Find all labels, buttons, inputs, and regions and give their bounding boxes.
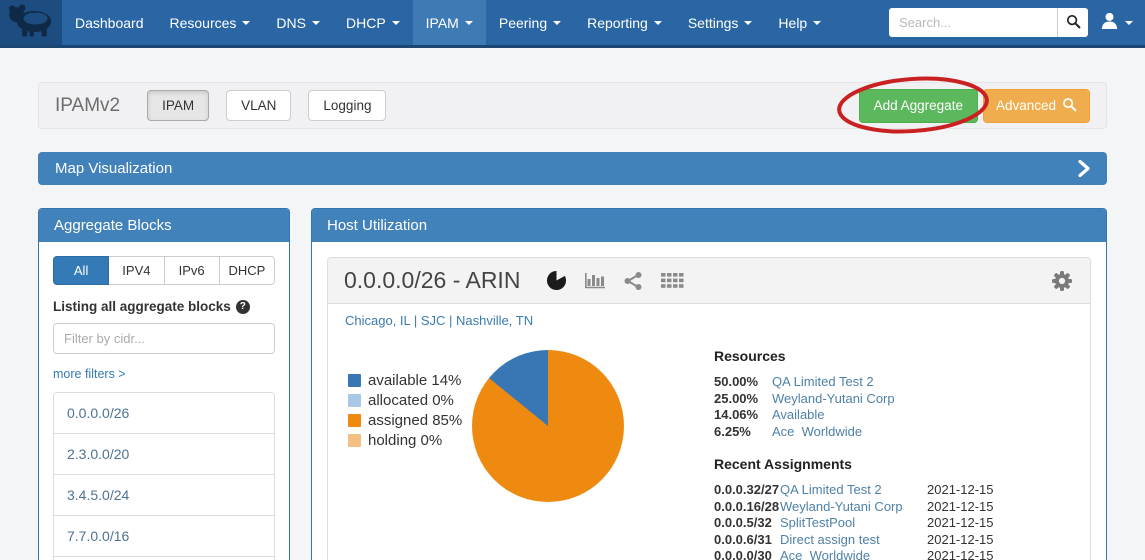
aggregate-blocks-title: Aggregate Blocks	[39, 209, 289, 242]
advanced-button[interactable]: Advanced	[983, 89, 1090, 123]
search-input[interactable]	[889, 8, 1057, 37]
tab-ipv6[interactable]: IPv6	[164, 256, 220, 285]
caret-down-icon	[813, 21, 821, 25]
assignment-link[interactable]: Direct assign test	[780, 532, 927, 549]
share-icon[interactable]	[623, 271, 643, 291]
search-icon	[1062, 97, 1077, 115]
utilization-chart: available 14% allocated 0% assigned 85% …	[328, 336, 714, 560]
assignment-link[interactable]: QA Limited Test 2	[780, 482, 927, 499]
caret-down-icon	[553, 21, 561, 25]
tab-dhcp[interactable]: DHCP	[219, 256, 275, 285]
main-menu: Dashboard Resources DNS DHCP IPAM Peerin…	[62, 0, 834, 45]
resource-row: 6.25%Ace Worldwide	[714, 424, 1074, 441]
nav-item-reporting[interactable]: Reporting	[574, 0, 675, 45]
assignment-row: 0.0.0.0/30Ace Worldwide2021-12-15	[714, 548, 1074, 560]
legend-swatch	[348, 374, 361, 387]
assignment-row: 0.0.0.6/31Direct assign test2021-12-15	[714, 532, 1074, 549]
search-icon	[1066, 14, 1081, 32]
legend-swatch	[348, 414, 361, 427]
location-links[interactable]: Chicago, IL | SJC | Nashville, TN	[328, 304, 1090, 332]
gear-icon[interactable]	[1050, 269, 1074, 293]
tab-logging[interactable]: Logging	[308, 90, 386, 121]
help-icon[interactable]: ?	[236, 300, 250, 314]
assignment-row: 0.0.0.5/32SplitTestPool2021-12-15	[714, 515, 1074, 532]
top-navbar: Dashboard Resources DNS DHCP IPAM Peerin…	[0, 0, 1145, 48]
assignment-link[interactable]: Weyland-Yutani Corp	[780, 499, 927, 516]
nav-item-resources[interactable]: Resources	[157, 0, 264, 45]
caret-down-icon	[392, 21, 400, 25]
list-item[interactable]: 2.3.0.0/20	[54, 434, 274, 475]
pie-chart	[472, 350, 624, 502]
pie-chart-icon[interactable]	[546, 270, 567, 291]
resources-heading: Resources	[714, 348, 1074, 364]
page-header: IPAMv2 IPAM VLAN Logging Add Aggregate A…	[38, 82, 1107, 129]
add-aggregate-button[interactable]: Add Aggregate	[859, 89, 978, 123]
nav-item-dhcp[interactable]: DHCP	[333, 0, 413, 45]
nav-item-ipam[interactable]: IPAM	[413, 0, 486, 45]
resource-row: 25.00%Weyland-Yutani Corp	[714, 391, 1074, 408]
resource-link[interactable]: Available	[772, 407, 1074, 424]
map-visualization-label: Map Visualization	[55, 160, 172, 177]
caret-down-icon	[744, 21, 752, 25]
brand-logo[interactable]	[0, 0, 62, 45]
caret-down-icon	[1125, 21, 1133, 25]
map-visualization-bar[interactable]: Map Visualization	[38, 152, 1107, 185]
panda-logo-icon	[7, 2, 55, 43]
block-detail-card: 0.0.0.0/26 - ARIN	[327, 257, 1091, 560]
caret-down-icon	[654, 21, 662, 25]
block-title: 0.0.0.0/26 - ARIN	[344, 267, 520, 294]
more-filters-link[interactable]: more filters >	[53, 367, 126, 381]
bar-chart-icon[interactable]	[584, 271, 606, 290]
legend-swatch	[348, 394, 361, 407]
tab-ipam[interactable]: IPAM	[147, 90, 209, 121]
list-item[interactable]: 3.4.5.0/24	[54, 475, 274, 516]
page-title: IPAMv2	[55, 95, 120, 117]
resource-row: 14.06%Available	[714, 407, 1074, 424]
aggregate-blocks-panel: Aggregate Blocks All IPV4 IPv6 DHCP List…	[38, 208, 290, 560]
assignment-link[interactable]: Ace Worldwide	[780, 548, 927, 560]
chart-legend: available 14% allocated 0% assigned 85% …	[348, 372, 462, 560]
legend-swatch	[348, 434, 361, 447]
grid-icon[interactable]	[660, 271, 684, 290]
listing-label: Listing all aggregate blocks	[53, 299, 231, 314]
tab-all[interactable]: All	[53, 256, 109, 285]
host-utilization-panel: Host Utilization 0.0.0.0/26 - ARIN	[311, 208, 1107, 560]
resource-row: 50.00%QA Limited Test 2	[714, 374, 1074, 391]
search-button[interactable]	[1057, 8, 1088, 37]
resource-link[interactable]: QA Limited Test 2	[772, 374, 1074, 391]
caret-down-icon	[465, 21, 473, 25]
resource-link[interactable]: Ace Worldwide	[772, 424, 1074, 441]
nav-item-settings[interactable]: Settings	[675, 0, 766, 45]
aggregate-filter-tabs: All IPV4 IPv6 DHCP	[53, 256, 275, 285]
chevron-right-icon[interactable]	[1078, 160, 1090, 177]
assignment-row: 0.0.0.32/27QA Limited Test 22021-12-15	[714, 482, 1074, 499]
list-item[interactable]: 7.7.0.0/16	[54, 516, 274, 557]
tab-vlan[interactable]: VLAN	[226, 90, 291, 121]
user-menu[interactable]	[1100, 11, 1133, 35]
cidr-filter-input[interactable]	[53, 323, 275, 354]
host-utilization-title: Host Utilization	[312, 209, 1106, 242]
assignment-link[interactable]: SplitTestPool	[780, 515, 927, 532]
nav-item-help[interactable]: Help	[765, 0, 834, 45]
tab-ipv4[interactable]: IPV4	[108, 256, 164, 285]
list-item[interactable]: 0.0.0.0/26	[54, 393, 274, 434]
nav-item-peering[interactable]: Peering	[486, 0, 574, 45]
recent-assignments-heading: Recent Assignments	[714, 456, 1074, 472]
caret-down-icon	[312, 21, 320, 25]
nav-item-dns[interactable]: DNS	[263, 0, 333, 45]
caret-down-icon	[242, 21, 250, 25]
aggregate-block-list: 0.0.0.0/26 2.3.0.0/20 3.4.5.0/24 7.7.0.0…	[53, 392, 275, 560]
nav-item-dashboard[interactable]: Dashboard	[62, 0, 157, 45]
user-icon	[1100, 11, 1119, 35]
resource-link[interactable]: Weyland-Yutani Corp	[772, 391, 1074, 408]
assignment-row: 0.0.0.16/28Weyland-Yutani Corp2021-12-15	[714, 499, 1074, 516]
